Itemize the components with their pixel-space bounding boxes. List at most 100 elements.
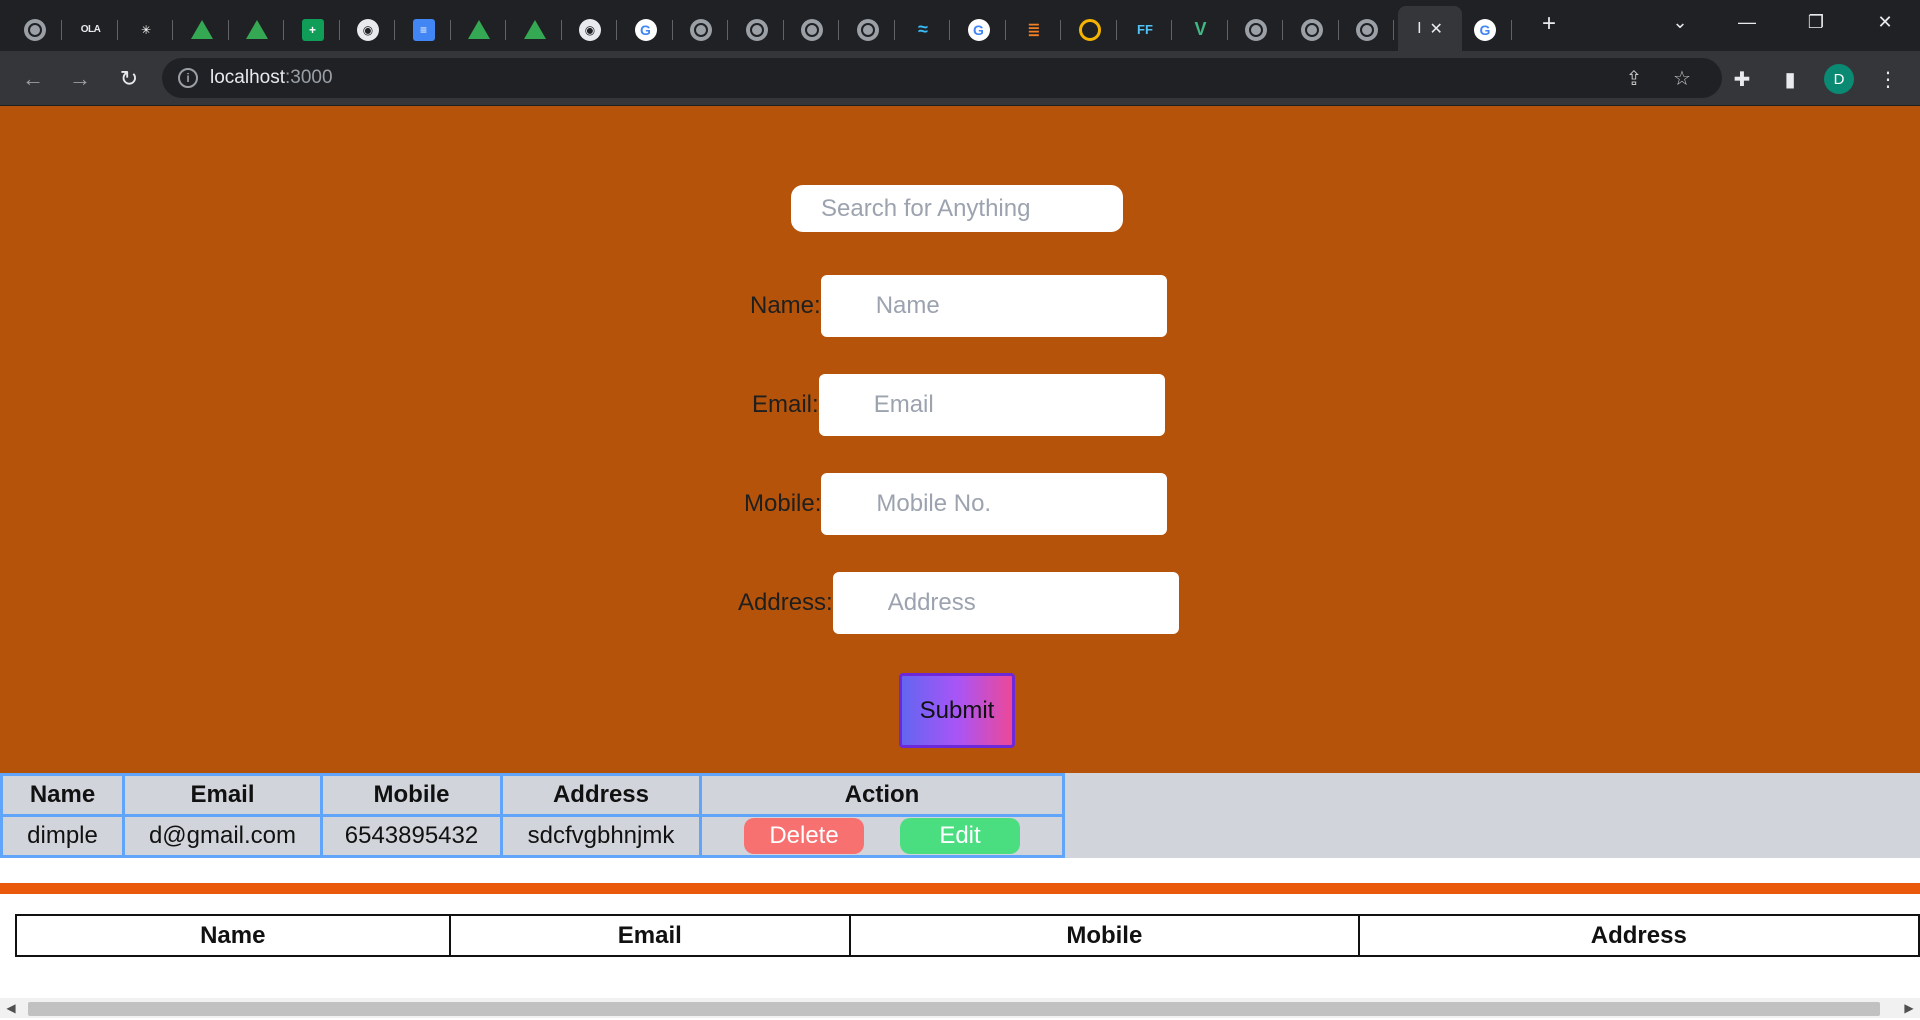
github-icon: ◉ <box>579 18 601 41</box>
column-header-action: Action <box>699 773 1065 817</box>
url-host: localhost <box>210 67 285 88</box>
scroll-left-arrow-icon[interactable]: ◀ <box>2 998 20 1018</box>
site-info-icon[interactable]: i <box>178 68 198 88</box>
browser-tab[interactable]: G <box>619 8 673 51</box>
side-panel-icon[interactable]: ▮ <box>1777 66 1803 92</box>
browser-tab[interactable]: ≡ <box>397 8 451 51</box>
close-tab-icon[interactable]: ✕ <box>1430 19 1443 39</box>
email-field[interactable] <box>818 374 1165 436</box>
delete-button[interactable]: Delete <box>744 818 864 854</box>
mobile-field[interactable] <box>821 473 1168 535</box>
column-header-mobile: Mobile <box>320 773 503 817</box>
tab-separator <box>505 20 506 40</box>
cell-mobile: 6543895432 <box>320 814 503 858</box>
browser-tab[interactable] <box>730 8 784 51</box>
google-icon: G <box>1474 18 1496 41</box>
globe-icon <box>1356 18 1378 41</box>
tab-separator <box>616 20 617 40</box>
name-label: Name: <box>750 292 821 319</box>
tab-separator <box>1337 20 1339 40</box>
browser-tab[interactable] <box>674 8 728 51</box>
browser-tab[interactable] <box>452 8 506 51</box>
edit-button[interactable]: Edit <box>900 818 1020 854</box>
back-arrow-icon[interactable]: ← <box>17 63 49 95</box>
tab-separator <box>1171 20 1172 40</box>
tab-separator <box>283 20 284 40</box>
tab-separator <box>1060 20 1061 40</box>
address-bar[interactable]: i localhost:3000 ⇪ ☆ <box>162 58 1722 98</box>
tab-separator <box>782 20 784 40</box>
browser-tab[interactable]: OLA <box>64 8 118 51</box>
new-tab-button[interactable]: + <box>1535 10 1563 38</box>
browser-tab[interactable] <box>175 8 229 51</box>
scrollbar-track[interactable]: ◀ ▶ <box>0 998 1920 1018</box>
page-viewport: Name: Email: Mobile: Address: Submit Nam… <box>0 106 1920 1000</box>
tab-separator <box>838 20 839 40</box>
tailwind-icon: ≈ <box>918 19 928 39</box>
google-drive-icon <box>468 20 490 39</box>
globe-icon <box>801 18 823 41</box>
tab-separator <box>1226 20 1228 40</box>
browser-tab[interactable] <box>785 8 839 51</box>
forward-arrow-icon[interactable]: → <box>64 63 96 95</box>
tab-separator <box>449 20 451 40</box>
tab-search-icon[interactable]: ⌄ <box>1660 8 1700 36</box>
browser-tab[interactable]: G <box>952 8 1006 51</box>
tab-separator <box>893 20 895 40</box>
slack-icon: ✳ <box>140 22 152 37</box>
browser-tab[interactable]: + <box>286 8 340 51</box>
browser-toolbar: ← → ↻ i localhost:3000 ⇪ ☆ ✚ ▮ D ⋮ <box>0 51 1920 106</box>
bookmark-star-icon[interactable]: ☆ <box>1670 66 1694 90</box>
tab-separator <box>227 20 229 40</box>
reload-icon[interactable]: ↻ <box>113 63 145 95</box>
tab-separator <box>338 20 340 40</box>
browser-tab[interactable] <box>508 8 562 51</box>
google-drive-icon <box>523 20 546 39</box>
browser-tab[interactable]: ◉ <box>341 8 395 51</box>
records-section: Name Email Mobile Address Action dimple … <box>0 773 1920 858</box>
form-section: Name: Email: Mobile: Address: Submit <box>0 106 1920 773</box>
browser-tab[interactable] <box>1285 8 1339 51</box>
profile-avatar[interactable]: D <box>1824 64 1854 94</box>
ola-icon: OLA <box>80 24 101 35</box>
active-tab-title: I <box>1417 19 1422 37</box>
browser-tab[interactable]: ◉ <box>563 8 617 51</box>
horizontal-scrollbar[interactable]: ◀ ▶ <box>0 998 1920 1020</box>
scroll-right-arrow-icon[interactable]: ▶ <box>1900 998 1918 1018</box>
tab-separator <box>727 20 728 40</box>
submit-button[interactable]: Submit <box>899 673 1015 748</box>
browser-tab[interactable] <box>230 8 284 51</box>
name-field[interactable] <box>820 275 1167 337</box>
browser-tab[interactable]: ≣ <box>1007 8 1061 51</box>
browser-tab[interactable]: V <box>1174 8 1228 51</box>
browser-tab[interactable] <box>841 8 895 51</box>
table-header-row: Name Email Mobile Address Action <box>0 773 1065 817</box>
globe-icon <box>24 18 46 41</box>
browser-tab[interactable] <box>8 8 62 51</box>
tab-separator <box>1115 20 1117 40</box>
column-header-address: Address <box>500 773 702 817</box>
browser-tab[interactable]: FF <box>1118 8 1172 51</box>
search-input[interactable] <box>791 185 1123 232</box>
browser-tab[interactable]: ✳ <box>119 8 173 51</box>
vue-icon: V <box>1194 19 1207 39</box>
google-drive-icon <box>190 20 213 39</box>
close-window-icon[interactable]: ✕ <box>1865 8 1905 36</box>
extensions-puzzle-icon[interactable]: ✚ <box>1729 66 1755 92</box>
scrollbar-thumb[interactable] <box>28 1002 1880 1016</box>
lower-column-header-email: Email <box>448 914 852 957</box>
restore-icon[interactable]: ❐ <box>1796 8 1836 36</box>
active-tab[interactable]: I ✕ <box>1398 6 1462 51</box>
browser-tab[interactable] <box>1063 8 1117 51</box>
address-field[interactable] <box>832 572 1179 634</box>
tab-google[interactable]: G <box>1458 8 1512 51</box>
browser-tab[interactable] <box>1229 8 1283 51</box>
tab-separator <box>1004 20 1006 40</box>
more-menu-icon[interactable]: ⋮ <box>1875 66 1901 92</box>
browser-tab[interactable] <box>1340 8 1394 51</box>
minimize-icon[interactable]: — <box>1727 8 1767 36</box>
tab-separator <box>1511 20 1512 40</box>
browser-tab[interactable]: ≈ <box>896 8 950 51</box>
mobile-row: Mobile: <box>744 473 1168 535</box>
share-icon[interactable]: ⇪ <box>1622 66 1646 90</box>
